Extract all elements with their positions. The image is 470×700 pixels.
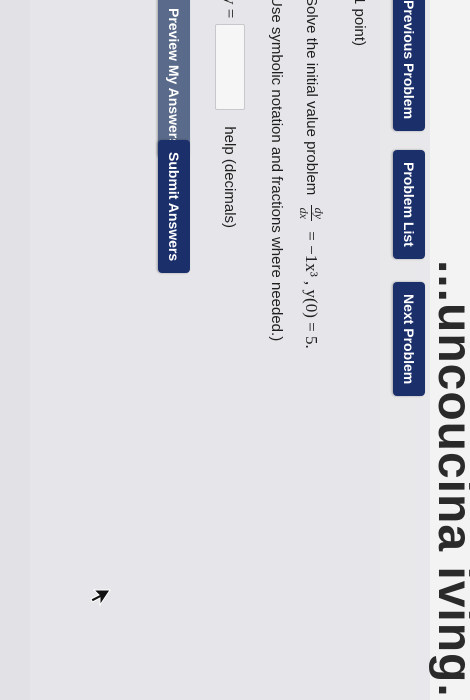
screen: ...uncoucina iving... Previous Problem P… — [0, 0, 470, 700]
points-label: 1 point) — [351, 0, 368, 47]
submit-answers-button[interactable]: Submit Answers — [158, 140, 190, 274]
header-strip: ...uncoucina iving... — [428, 0, 470, 700]
notation-hint: Use symbolic notation and fractions wher… — [268, 0, 285, 342]
answer-input[interactable] — [215, 24, 245, 111]
equation-rest: = −1x³ , y(0) = 5. — [302, 231, 322, 349]
preview-answers-button[interactable]: Preview My Answers — [158, 0, 190, 158]
answer-label: y = — [221, 0, 240, 19]
problem-prefix: Solve the initial value problem — [303, 0, 320, 196]
help-link[interactable]: help (decimals) — [222, 126, 239, 228]
problem-panel: 1 point) Solve the initial value problem… — [30, 0, 380, 700]
problem-list-button[interactable]: Problem List — [393, 150, 425, 259]
answer-row: y = help (decimals) — [215, 0, 245, 228]
page-title-fragment: ...uncoucina iving... — [428, 260, 470, 700]
fraction-bar — [311, 205, 312, 222]
next-problem-button[interactable]: Next Problem — [393, 282, 425, 397]
derivative-denominator: dx — [297, 207, 311, 219]
derivative-numerator: dy — [312, 207, 326, 219]
previous-problem-button[interactable]: Previous Problem — [393, 0, 425, 132]
derivative-fraction: dy dx — [297, 205, 326, 222]
problem-statement: Solve the initial value problem dy dx = … — [297, 0, 326, 349]
